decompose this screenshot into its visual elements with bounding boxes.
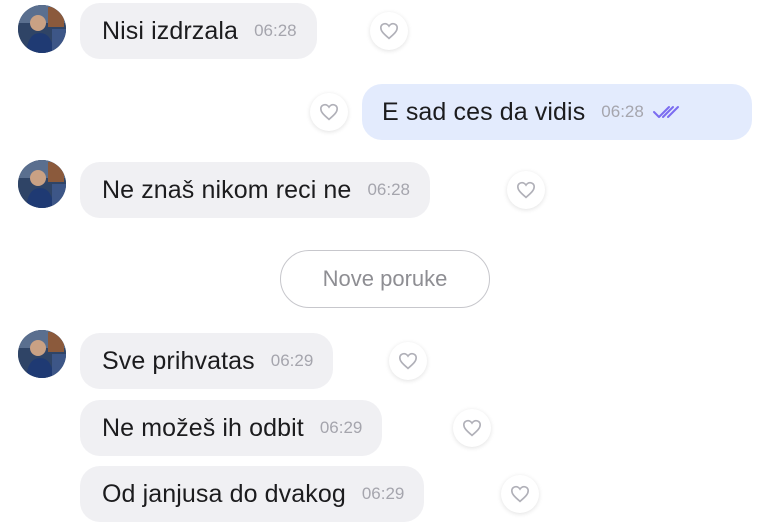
heart-outline-icon <box>462 419 482 437</box>
message-text: Sve prihvatas <box>102 346 255 375</box>
message-time: 06:29 <box>361 484 405 503</box>
message-bubble-incoming[interactable]: Nisi izdrzala 06:28 <box>80 3 317 59</box>
heart-outline-icon <box>516 181 536 199</box>
message-bubble-incoming[interactable]: Od janjusa do dvakog 06:29 <box>80 466 425 522</box>
message-text: Ne znaš nikom reci ne <box>102 175 352 204</box>
message-time: 06:29 <box>270 351 314 370</box>
message-text: Od janjusa do dvakog <box>102 479 346 508</box>
message-bubble-incoming[interactable]: Sve prihvatas 06:29 <box>80 333 334 389</box>
heart-outline-icon <box>319 103 339 121</box>
message-text: E sad ces da vidis <box>382 97 586 126</box>
like-button[interactable] <box>370 12 408 50</box>
message-time: 06:29 <box>319 418 363 437</box>
avatar[interactable] <box>18 330 66 378</box>
like-button[interactable] <box>507 171 545 209</box>
like-button[interactable] <box>389 342 427 380</box>
like-button[interactable] <box>501 475 539 513</box>
avatar[interactable] <box>18 5 66 53</box>
message-time: 06:28 <box>367 180 410 199</box>
avatar[interactable] <box>18 160 66 208</box>
message-text: Nisi izdrzala <box>102 16 239 45</box>
heart-outline-icon <box>398 352 418 370</box>
like-button[interactable] <box>453 409 491 447</box>
message-time: 06:28 <box>601 102 644 121</box>
heart-outline-icon <box>510 485 530 503</box>
message-bubble-outgoing[interactable]: E sad ces da vidis 06:28 <box>362 84 752 140</box>
message-text: Ne možeš ih odbit <box>102 413 304 442</box>
message-bubble-incoming[interactable]: Ne znaš nikom reci ne 06:28 <box>80 162 430 218</box>
like-button[interactable] <box>310 93 348 131</box>
double-check-icon <box>652 104 682 120</box>
new-messages-divider: Nove poruke <box>280 250 490 308</box>
heart-outline-icon <box>379 22 399 40</box>
message-time: 06:28 <box>254 21 297 40</box>
message-bubble-incoming[interactable]: Ne možeš ih odbit 06:29 <box>80 400 383 456</box>
